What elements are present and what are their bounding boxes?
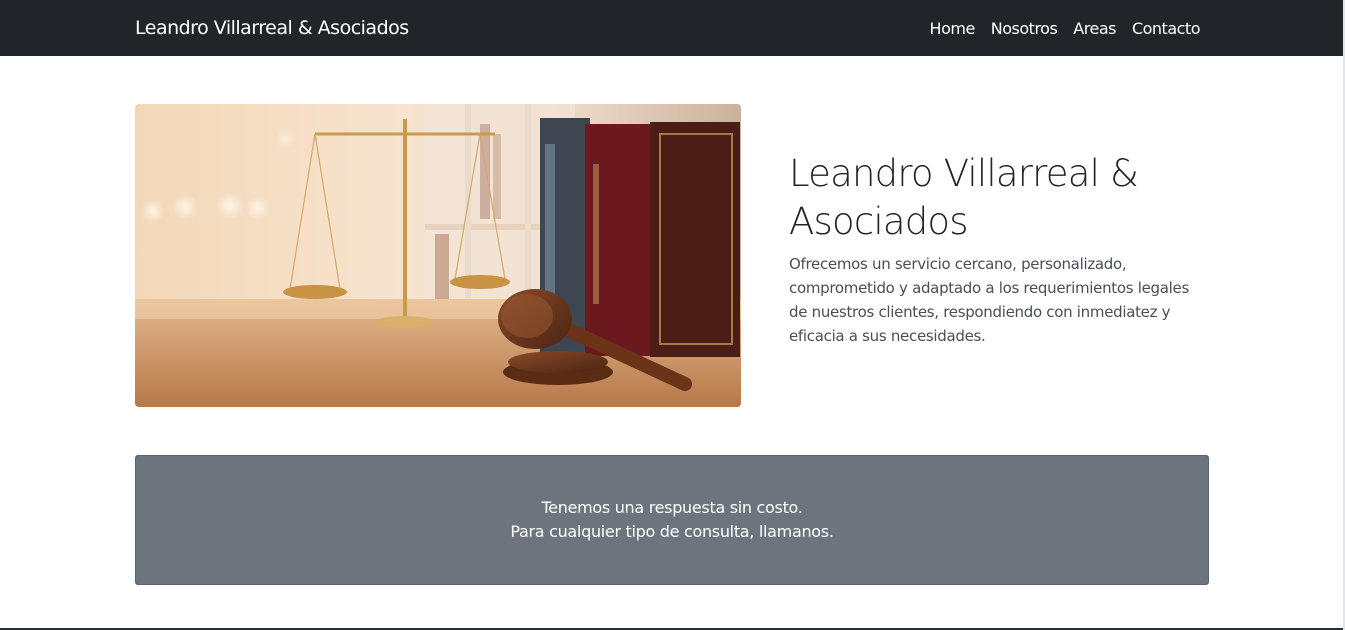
nav-link-contacto[interactable]: Contacto — [1132, 19, 1201, 38]
navbar-brand[interactable]: Leandro Villarreal & Asociados — [135, 17, 409, 39]
hero-title: Leandro Villarreal & Asociados — [789, 152, 1139, 243]
hero-description: Ofrecemos un servicio cercano, personali… — [789, 255, 1189, 345]
nav-links: Home Nosotros Areas Contacto — [930, 19, 1201, 38]
nav-link-nosotros[interactable]: Nosotros — [991, 19, 1058, 38]
navbar: Leandro Villarreal & Asociados Home Noso… — [0, 0, 1343, 56]
nav-link-areas[interactable]: Areas — [1073, 19, 1116, 38]
nav-link-home[interactable]: Home — [930, 19, 976, 38]
callout-line-1: Tenemos una respuesta sin costo. — [541, 498, 803, 517]
hero-image — [135, 104, 741, 407]
consultation-callout: Tenemos una respuesta sin costo. Para cu… — [135, 455, 1209, 585]
callout-line-2: Para cualquier tipo de consulta, llamano… — [510, 522, 834, 541]
law-scales-gavel-image — [135, 104, 741, 407]
page: Leandro Villarreal & Asociados Home Noso… — [0, 0, 1345, 630]
